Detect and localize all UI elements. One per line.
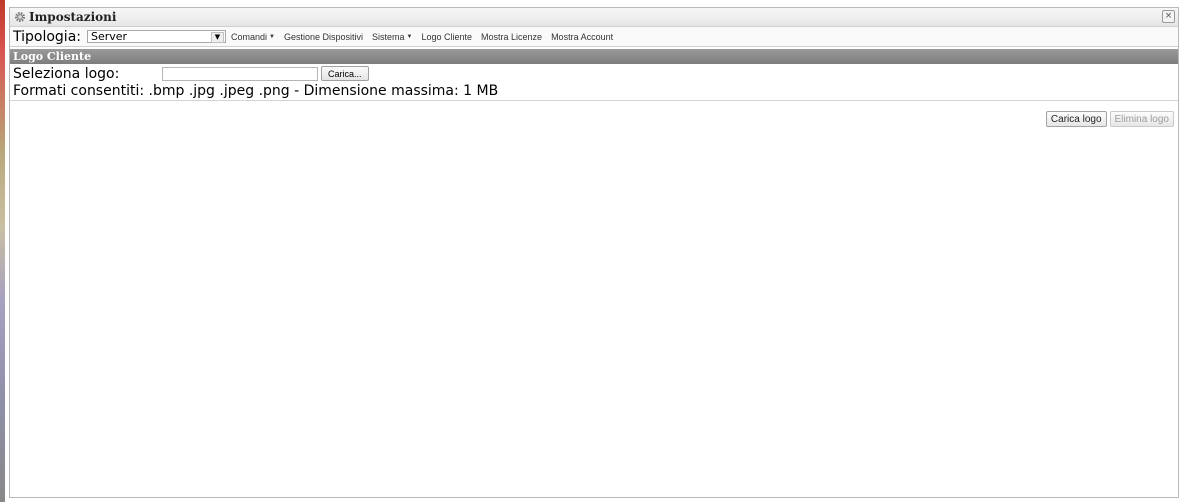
menu-mostra-licenze[interactable]: Mostra Licenze	[481, 32, 542, 42]
menu-gestione-dispositivi-label: Gestione Dispositivi	[283, 31, 364, 42]
upload-logo-button[interactable]: Carica logo	[1045, 111, 1107, 127]
menu-logo-cliente[interactable]: Logo Cliente	[421, 32, 472, 42]
left-edge-strip	[0, 0, 5, 502]
file-path-input[interactable]	[162, 66, 318, 81]
section-header-logo-cliente: Logo Cliente	[10, 49, 1178, 64]
menu-logo-cliente-label: Logo Cliente	[421, 31, 473, 42]
chevron-down-icon[interactable]: ▼	[211, 32, 224, 43]
select-logo-row: Seleziona logo: Carica...	[10, 64, 1178, 83]
menu-mostra-account[interactable]: Mostra Account	[551, 32, 613, 42]
menu-sistema-label: Sistema	[372, 31, 405, 42]
dropdown-arrow-icon: ▼	[406, 33, 413, 40]
menu-comandi[interactable]: Comandi ▼	[231, 32, 275, 42]
tipologia-label: Tipologia:	[13, 28, 81, 45]
tipologia-select[interactable]: Server ▼	[87, 30, 226, 43]
menu-sistema[interactable]: Sistema ▼	[372, 32, 412, 42]
logo-actions: Carica logo Elimina logo	[1045, 111, 1174, 127]
gear-icon	[15, 12, 25, 22]
settings-window: Impostazioni × Tipologia: Server ▼ Coman…	[9, 7, 1179, 498]
menu-comandi-label: Comandi	[231, 31, 268, 42]
menu-mostra-account-label: Mostra Account	[551, 31, 614, 42]
window-title: Impostazioni	[29, 10, 117, 24]
menu-mostra-licenze-label: Mostra Licenze	[481, 31, 543, 42]
dropdown-arrow-icon: ▼	[269, 33, 275, 40]
toolbar: Tipologia: Server ▼ Comandi ▼ Gestione D…	[10, 27, 1178, 47]
window-titlebar: Impostazioni ×	[10, 8, 1178, 27]
close-button[interactable]: ×	[1162, 10, 1175, 23]
delete-logo-button[interactable]: Elimina logo	[1109, 111, 1174, 127]
browse-button[interactable]: Carica...	[321, 66, 369, 81]
tipologia-selected-value: Server	[91, 30, 128, 43]
select-logo-label: Seleziona logo:	[13, 65, 120, 82]
divider	[10, 100, 1178, 101]
menu-gestione-dispositivi[interactable]: Gestione Dispositivi	[284, 32, 363, 42]
allowed-formats-text: Formati consentiti: .bmp .jpg .jpeg .png…	[13, 83, 499, 99]
